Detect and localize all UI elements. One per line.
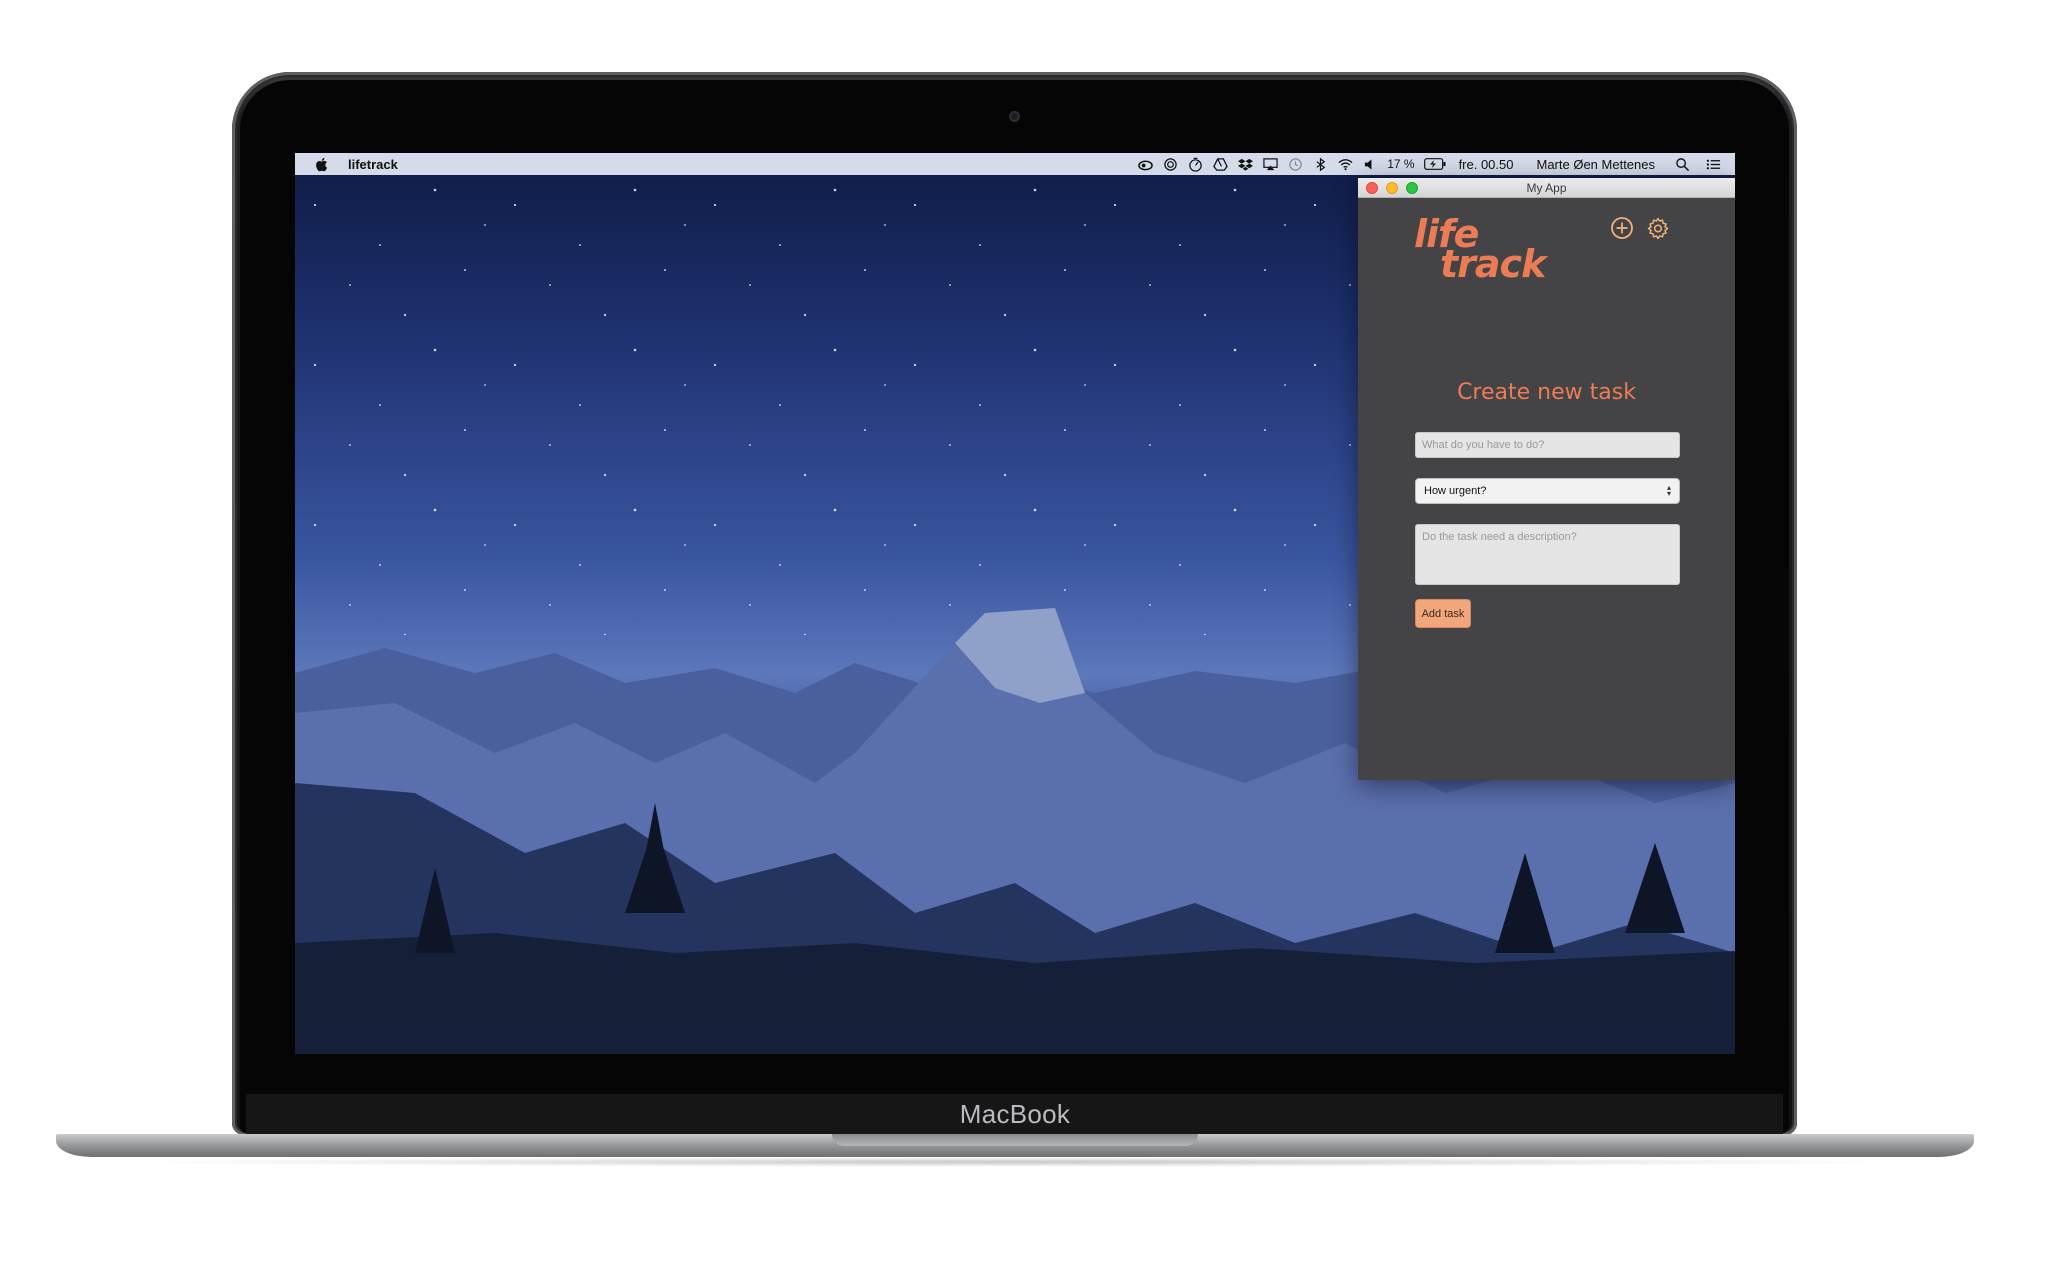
laptop-shadow: [120, 1157, 1910, 1167]
device-brand-label: MacBook: [959, 1099, 1071, 1129]
window-titlebar[interactable]: My App: [1358, 178, 1735, 198]
laptop-opening-notch: [832, 1134, 1198, 1146]
wifi-icon[interactable]: [1337, 156, 1353, 172]
add-task-button[interactable]: Add task: [1415, 599, 1471, 628]
menu-bar: lifetrack 17 % fre. 00.50 Marte Øen Mett…: [295, 153, 1735, 175]
creative-cloud-icon[interactable]: [1137, 156, 1153, 172]
spotlight-search-icon[interactable]: [1674, 156, 1690, 172]
bluetooth-icon[interactable]: [1312, 156, 1328, 172]
lifetrack-logo: life track: [1414, 212, 1554, 292]
settings-gear-icon[interactable]: [1645, 215, 1671, 241]
task-name-input[interactable]: [1415, 432, 1680, 458]
app-menu-name[interactable]: lifetrack: [348, 157, 398, 172]
timer-icon[interactable]: [1187, 156, 1203, 172]
urgency-select-value: How urgent?: [1424, 485, 1487, 497]
product-mockup: lifetrack 17 % fre. 00.50 Marte Øen Mett…: [0, 0, 2065, 1263]
menu-extras: 17 % fre. 00.50 Marte Øen Mettenes: [1137, 153, 1721, 175]
volume-icon[interactable]: [1362, 156, 1378, 172]
notification-center-icon[interactable]: [1705, 156, 1721, 172]
task-description-input[interactable]: [1415, 524, 1680, 585]
battery-icon[interactable]: [1423, 156, 1446, 172]
header-actions: [1609, 215, 1671, 241]
app-window: My App life track Create new task How ur…: [1358, 178, 1735, 780]
apple-icon[interactable]: [315, 157, 328, 172]
add-task-icon[interactable]: [1609, 215, 1635, 241]
select-updown-icon: ▴ ▾: [1666, 483, 1671, 498]
google-drive-icon[interactable]: [1212, 156, 1228, 172]
desktop-screen: lifetrack 17 % fre. 00.50 Marte Øen Mett…: [295, 153, 1735, 1054]
menu-user-name[interactable]: Marte Øen Mettenes: [1537, 157, 1656, 172]
time-machine-icon[interactable]: [1287, 156, 1303, 172]
logo-text-track: track: [1440, 242, 1546, 286]
battery-percentage[interactable]: 17 %: [1387, 157, 1414, 171]
target-icon[interactable]: [1162, 156, 1178, 172]
camera-icon: [1009, 111, 1020, 122]
create-task-heading: Create new task: [1457, 380, 1636, 405]
dropbox-icon[interactable]: [1237, 156, 1253, 172]
urgency-select[interactable]: How urgent? ▴ ▾: [1415, 478, 1680, 504]
window-title: My App: [1526, 181, 1567, 195]
menu-clock[interactable]: fre. 00.50: [1459, 157, 1514, 172]
airplay-icon[interactable]: [1262, 156, 1278, 172]
